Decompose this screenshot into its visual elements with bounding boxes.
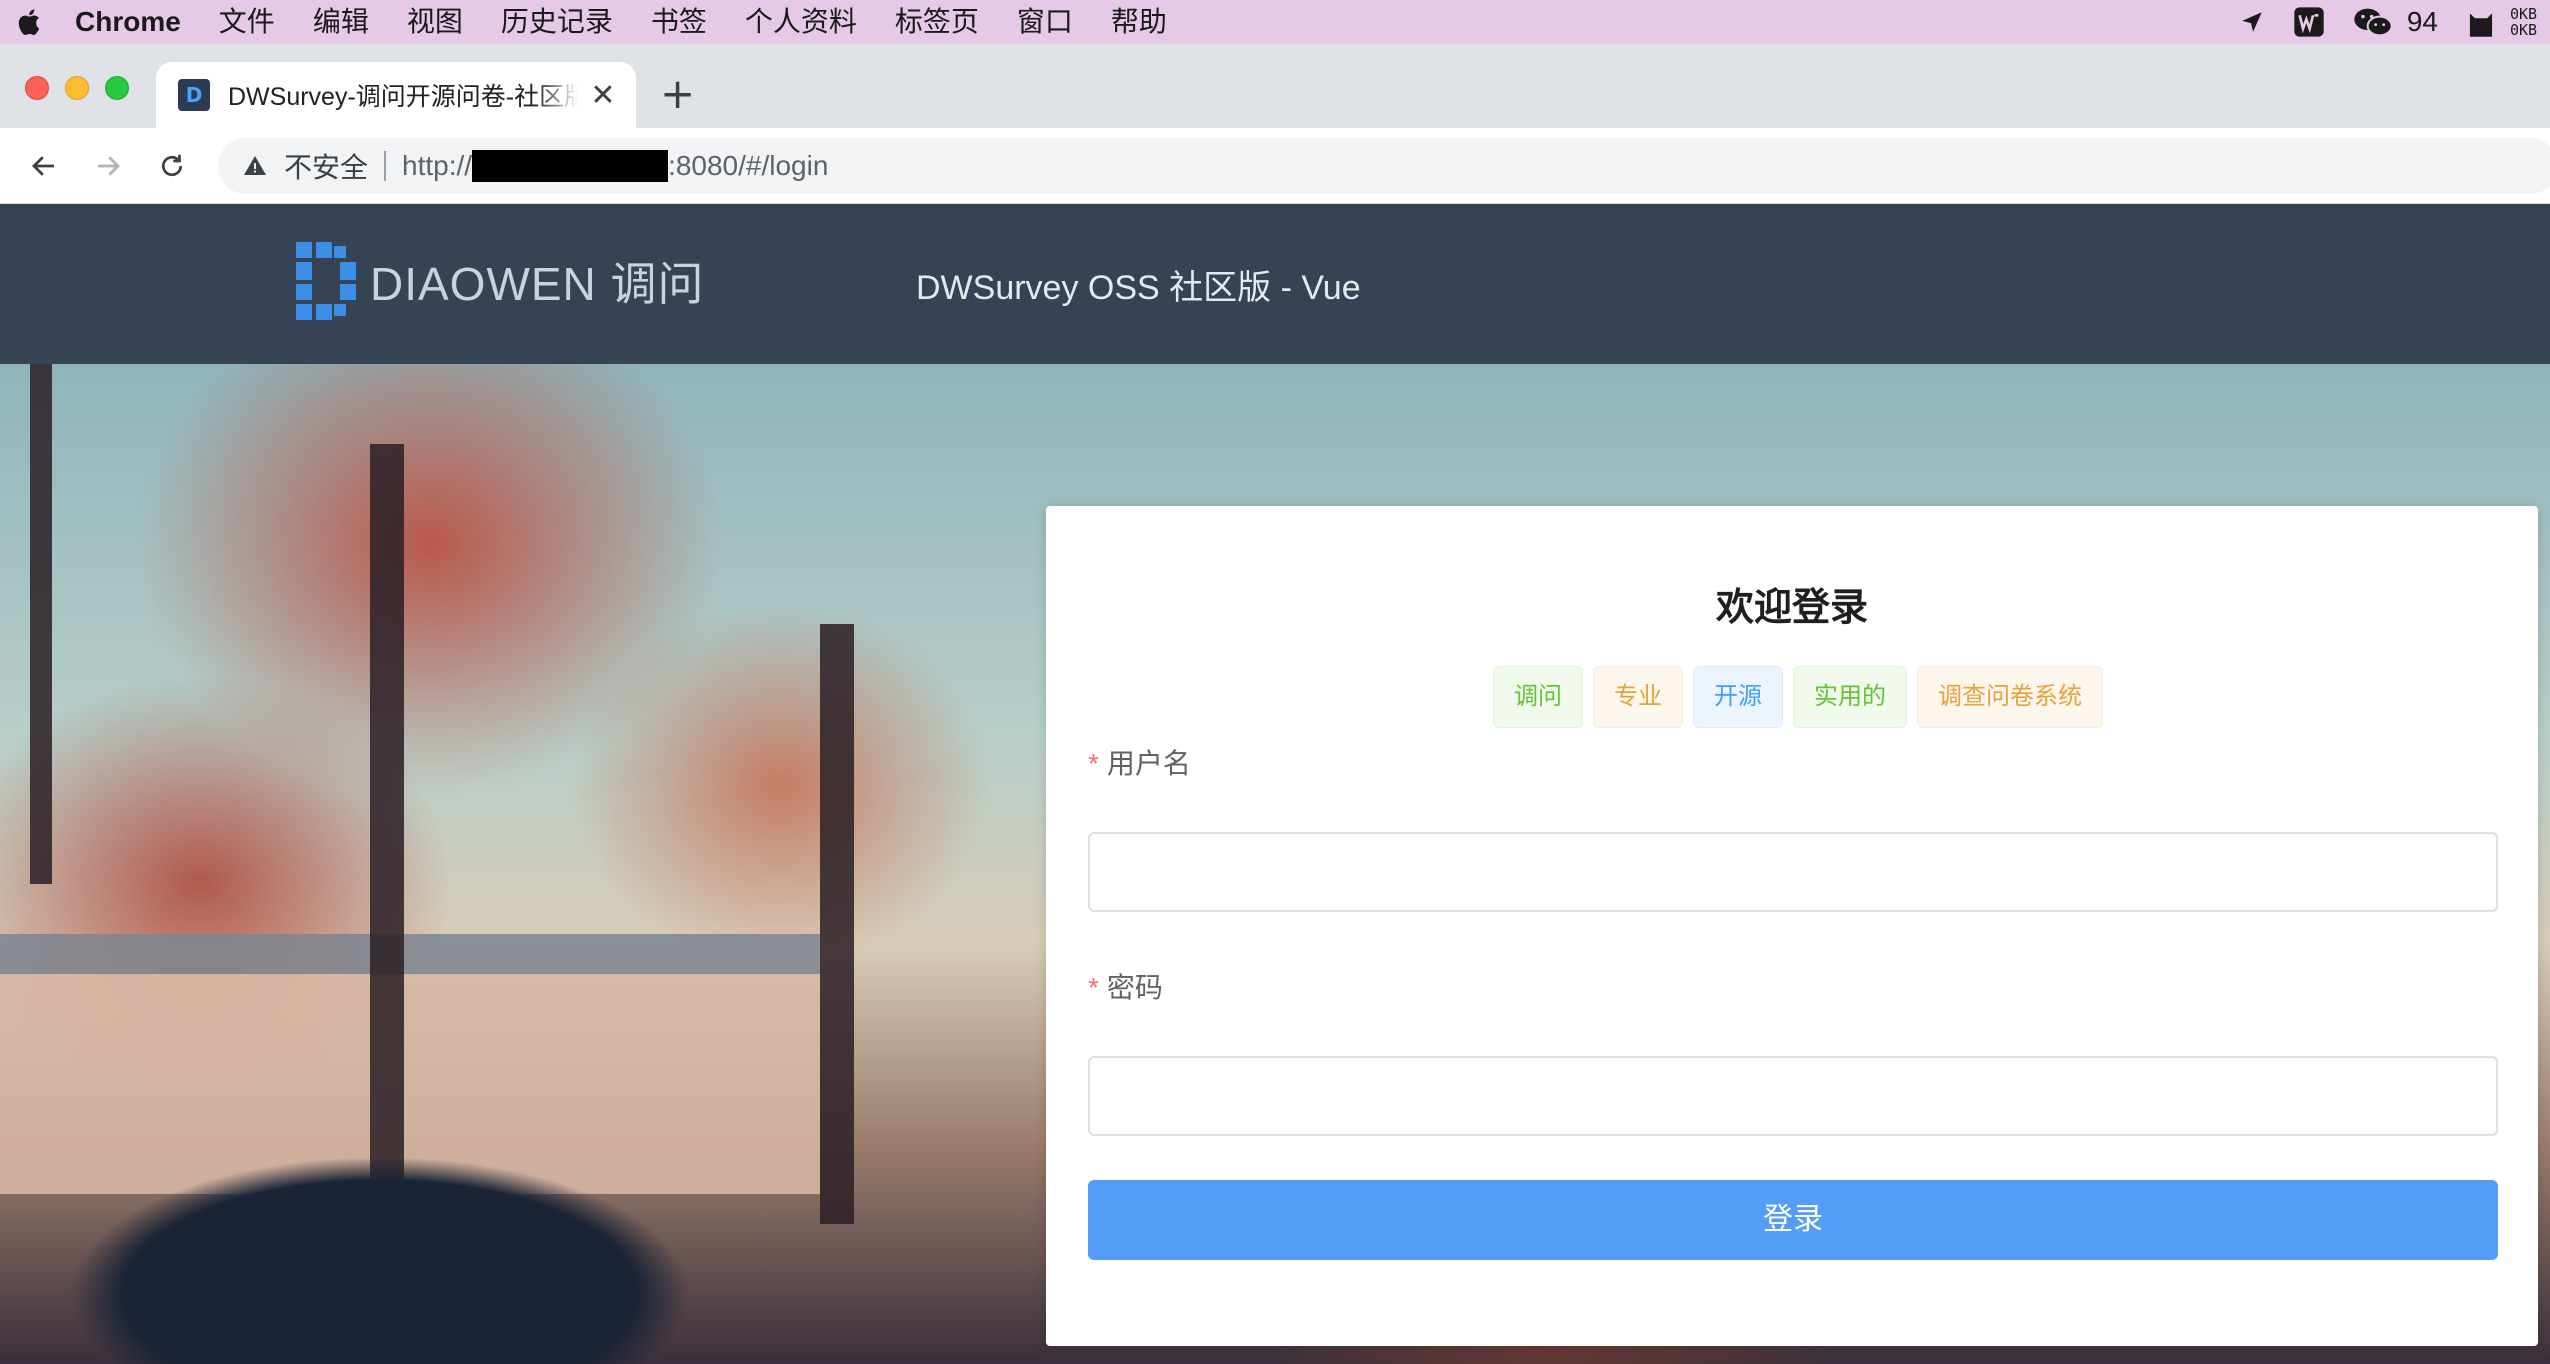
logo-text: DIAOWEN 调问 (370, 258, 705, 310)
menu-bookmarks[interactable]: 书签 (632, 0, 726, 44)
new-tab-button[interactable]: + (660, 73, 695, 115)
browser-tab-strip: D DWSurvey-调问开源问卷-社区版 ✕ + (0, 44, 2550, 128)
macos-menu-bar: Chrome 文件 编辑 视图 历史记录 书签 个人资料 标签页 窗口 帮助 9… (0, 0, 2550, 44)
menu-help[interactable]: 帮助 (1092, 0, 1186, 44)
tag-professional: 专业 (1593, 666, 1683, 728)
address-bar[interactable]: 不安全 http:// :8080/#/login (218, 138, 2550, 194)
username-input[interactable] (1088, 832, 2498, 912)
menu-chrome[interactable]: Chrome (56, 0, 200, 44)
window-close-button[interactable] (25, 76, 49, 100)
omnibox-divider (384, 151, 387, 181)
login-heading: 欢迎登录 (1715, 587, 1868, 629)
browser-toolbar: 不安全 http:// :8080/#/login (0, 128, 2550, 204)
site-logo[interactable]: DIAOWEN 调问 (296, 242, 705, 320)
password-input[interactable] (1088, 1056, 2498, 1136)
menu-window[interactable]: 窗口 (998, 0, 1092, 44)
username-label: * 用户名 (1088, 742, 1191, 782)
password-label-text: 密码 (1106, 972, 1163, 1003)
diaowen-logo-icon (296, 242, 356, 320)
url-text[interactable]: http:// :8080/#/login (402, 150, 828, 182)
password-label: * 密码 (1088, 966, 1163, 1006)
window-minimize-button[interactable] (65, 76, 89, 100)
warning-triangle-icon[interactable] (240, 151, 270, 181)
tag-survey-system: 调查问卷系统 (1917, 666, 2103, 728)
menu-profiles[interactable]: 个人资料 (726, 0, 876, 44)
site-header: DIAOWEN 调问 DWSurvey OSS 社区版 - Vue (0, 204, 2550, 364)
redacted-host (472, 150, 669, 182)
menu-tabs[interactable]: 标签页 (876, 0, 998, 44)
menu-history[interactable]: 历史记录 (482, 0, 632, 44)
login-button[interactable]: 登录 (1088, 1180, 2498, 1260)
site-title: DWSurvey OSS 社区版 - Vue (916, 269, 1361, 307)
net-up: 0KB (2510, 5, 2538, 23)
tag-open-source: 开源 (1693, 666, 1783, 728)
apple-icon[interactable] (0, 0, 56, 44)
cat-icon[interactable] (2466, 6, 2496, 38)
required-mark: * (1088, 972, 1099, 1003)
tray-count: 94 (2406, 6, 2438, 37)
url-prefix: http:// (402, 150, 473, 181)
required-mark: * (1088, 748, 1099, 779)
net-down: 0KB (2510, 21, 2538, 39)
tab-close-icon[interactable]: ✕ (588, 78, 618, 113)
web-page: DIAOWEN 调问 DWSurvey OSS 社区版 - Vue 欢迎登录 调… (0, 204, 2550, 1364)
tag-practical: 实用的 (1793, 666, 1907, 728)
background-photo: 欢迎登录 调问 专业 开源 实用的 调查问卷系统 * 用户名 * 密码 登录 (0, 364, 2550, 1364)
tab-title: DWSurvey-调问开源问卷-社区版 (228, 83, 578, 111)
username-label-text: 用户名 (1106, 748, 1191, 779)
url-suffix: :8080/#/login (668, 150, 829, 181)
network-speed: 0KB 0KB (2510, 6, 2550, 38)
window-zoom-button[interactable] (105, 76, 129, 100)
background-car (0, 1084, 840, 1364)
menu-file[interactable]: 文件 (200, 0, 294, 44)
tag-diaowen: 调问 (1493, 666, 1583, 728)
location-arrow-icon[interactable] (2239, 9, 2265, 35)
security-label[interactable]: 不安全 (284, 146, 368, 186)
login-card: 欢迎登录 调问 专业 开源 实用的 调查问卷系统 * 用户名 * 密码 登录 (1046, 506, 2538, 1346)
menu-edit[interactable]: 编辑 (294, 0, 388, 44)
back-arrow-icon[interactable] (26, 148, 62, 184)
favicon-icon: D (178, 79, 210, 111)
reload-icon[interactable] (154, 148, 190, 184)
tab-active[interactable]: D DWSurvey-调问开源问卷-社区版 ✕ (156, 62, 636, 128)
wps-icon[interactable] (2293, 6, 2325, 38)
background-tree-trunk (30, 364, 52, 884)
tag-list: 调问 专业 开源 实用的 调查问卷系统 (1046, 666, 2538, 728)
status-tray: 94 0KB 0KB (2225, 0, 2550, 44)
menu-view[interactable]: 视图 (388, 0, 482, 44)
forward-arrow-icon[interactable] (90, 148, 126, 184)
wechat-icon[interactable] (2353, 6, 2393, 38)
